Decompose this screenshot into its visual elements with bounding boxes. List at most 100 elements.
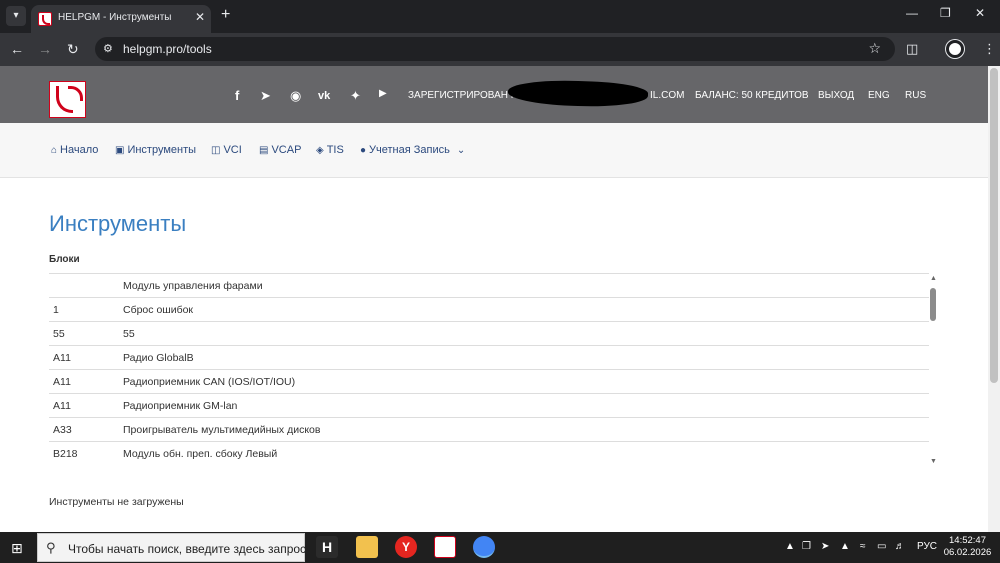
table-row[interactable]: 55 55	[49, 322, 929, 346]
tab-search-button[interactable]: ▾	[6, 6, 26, 26]
battery-icon[interactable]: ▭	[877, 541, 886, 552]
clock-date: 06.02.2026	[943, 547, 992, 558]
block-code: 55	[53, 328, 65, 340]
extensions-icon[interactable]: ◫	[906, 41, 918, 57]
nav-vcap[interactable]: ▤ VCAP	[259, 144, 301, 156]
nav-tis[interactable]: ◈ TIS	[316, 144, 344, 156]
page-title: Инструменты	[49, 211, 187, 236]
telegram-tray-icon[interactable]: ➤	[821, 541, 829, 552]
vcap-icon: ▤	[259, 145, 269, 156]
address-bar[interactable]: ⚙ helpgm.pro/tools ☆	[95, 37, 895, 61]
table-scrollbar[interactable]: ▲ ▼	[929, 273, 939, 465]
taskbar-search[interactable]: ⚲ Чтобы начать поиск, введите здесь запр…	[37, 533, 307, 562]
block-name: Радио GlobalB	[123, 352, 194, 364]
lang-rus-link[interactable]: RUS	[905, 90, 926, 101]
nav-home[interactable]: ⌂ Начало	[51, 144, 98, 156]
back-icon[interactable]: ←	[10, 41, 24, 57]
telegram-icon[interactable]: ➤	[260, 88, 271, 104]
audio-app-icon[interactable]: ▲	[840, 541, 850, 552]
vk-icon[interactable]: vk	[318, 90, 330, 102]
block-name: Модуль обн. преп. сбоку Левый	[123, 448, 278, 460]
bookmark-star-icon[interactable]: ☆	[868, 40, 881, 57]
balance-link[interactable]: БАЛАНС: 50 КРЕДИТОВ	[695, 90, 809, 101]
logout-link[interactable]: ВЫХОД	[818, 90, 854, 101]
table-row[interactable]: A11 Радио GlobalB	[49, 346, 929, 370]
nav-tools-label: Инструменты	[127, 144, 197, 156]
chrome-icon[interactable]	[473, 536, 495, 558]
scroll-up-icon[interactable]: ▲	[930, 275, 937, 282]
new-tab-icon[interactable]: +	[221, 6, 230, 24]
instagram-icon[interactable]: ◉	[290, 88, 301, 104]
block-code: 1	[53, 304, 59, 316]
system-clock[interactable]: 14:52:47 06.02.2026	[940, 535, 995, 559]
yandex-browser-icon[interactable]: Y	[395, 536, 417, 558]
browser-menu-icon[interactable]: ⋮	[983, 41, 996, 57]
restore-icon[interactable]: ❐	[940, 6, 951, 20]
table-row[interactable]: B218 Модуль обн. преп. сбоку Левый	[49, 442, 929, 465]
input-language[interactable]: РУС	[917, 541, 937, 552]
block-name: Сброс ошибок	[123, 304, 194, 316]
minimize-icon[interactable]: —	[906, 6, 918, 20]
site-favicon-icon	[38, 12, 52, 26]
url-text[interactable]: helpgm.pro/tools	[123, 42, 212, 56]
profile-avatar[interactable]	[946, 40, 964, 58]
nav-vci-label: VCI	[223, 144, 242, 156]
page-scroll-thumb[interactable]	[990, 68, 998, 383]
block-code: A11	[53, 376, 71, 388]
registered-email-suffix: IL.COM	[650, 90, 685, 101]
registered-user-text: ЗАРЕГИСТРИРОВАН К	[408, 90, 517, 101]
browser-toolbar: ← → ↻ ⚙ helpgm.pro/tools ☆ ◫ ⋮	[0, 33, 1000, 66]
tab-close-icon[interactable]: ✕	[195, 10, 205, 24]
table-row[interactable]: Модуль управления фарами	[49, 274, 929, 298]
table-row[interactable]: 1 Сброс ошибок	[49, 298, 929, 322]
table-row[interactable]: A33 Проигрыватель мультимедийных дисков	[49, 418, 929, 442]
table-row[interactable]: A11 Радиоприемник GM-lan	[49, 394, 929, 418]
clock-time: 14:52:47	[949, 535, 986, 546]
site-logo[interactable]	[49, 81, 86, 118]
block-code: A11	[53, 400, 71, 412]
nav-tools[interactable]: ▣ Инструменты	[115, 144, 196, 156]
blocks-table: Модуль управления фарами 1 Сброс ошибок …	[49, 273, 929, 465]
wifi-icon[interactable]: ≈	[860, 541, 866, 552]
block-code: A11	[53, 352, 71, 364]
chevron-down-icon: ⌄	[456, 145, 466, 156]
browser-tab-bar: ▾ HELPGM - Инструменты ✕ + — ❐ ✕	[0, 0, 1000, 33]
twitter-icon[interactable]: ✦	[350, 88, 361, 104]
copy-icon[interactable]: ❐	[802, 541, 811, 552]
network-app-icon[interactable]: ▲	[785, 541, 795, 552]
block-name: 55	[123, 328, 135, 340]
main-nav: ⌂ Начало ▣ Инструменты ◫ VCI ▤ VCAP ◈ TIS ● Уч…	[0, 123, 988, 178]
scroll-down-icon[interactable]: ▼	[930, 458, 937, 465]
window-close-icon[interactable]: ✕	[975, 6, 985, 20]
block-code: B218	[53, 448, 78, 460]
page-scrollbar[interactable]	[988, 66, 1000, 532]
reload-icon[interactable]: ↻	[67, 41, 79, 58]
hyper-app-icon[interactable]: H	[316, 536, 338, 558]
facebook-icon[interactable]: f	[235, 88, 239, 103]
vci-icon: ◫	[211, 145, 221, 156]
taskbar-search-placeholder: Чтобы начать поиск, введите здесь запрос	[68, 542, 307, 556]
file-explorer-icon[interactable]	[356, 536, 378, 558]
table-scroll-thumb[interactable]	[930, 288, 936, 321]
nav-account[interactable]: ● Учетная Запись ⌄	[360, 144, 468, 156]
nav-vcap-label: VCAP	[271, 144, 302, 156]
lang-eng-link[interactable]: ENG	[868, 90, 890, 101]
site-header: f ➤ ◉ vk ✦ ▶ ЗАРЕГИСТРИРОВАН К IL.COM БА…	[0, 66, 988, 123]
tools-status-text: Инструменты не загружены	[49, 496, 184, 508]
home-icon: ⌂	[51, 145, 58, 156]
youtube-icon[interactable]: ▶	[379, 88, 387, 99]
tools-icon: ▣	[115, 145, 125, 156]
search-icon: ⚲	[46, 540, 56, 555]
forward-icon[interactable]: →	[38, 41, 52, 57]
block-code: A33	[53, 424, 72, 436]
browser-tab[interactable]: HELPGM - Инструменты ✕	[31, 5, 211, 33]
helpgm-app-icon[interactable]	[434, 536, 456, 558]
site-info-icon[interactable]: ⚙	[103, 42, 113, 55]
volume-icon[interactable]: ♬	[895, 541, 905, 552]
tis-icon: ◈	[316, 145, 324, 156]
nav-vci[interactable]: ◫ VCI	[211, 144, 242, 156]
windows-start-icon[interactable]: ⊞	[11, 540, 23, 557]
nav-tis-label: TIS	[326, 144, 344, 156]
user-icon: ●	[360, 145, 367, 156]
table-row[interactable]: A11 Радиоприемник CAN (IOS/IOT/IOU)	[49, 370, 929, 394]
